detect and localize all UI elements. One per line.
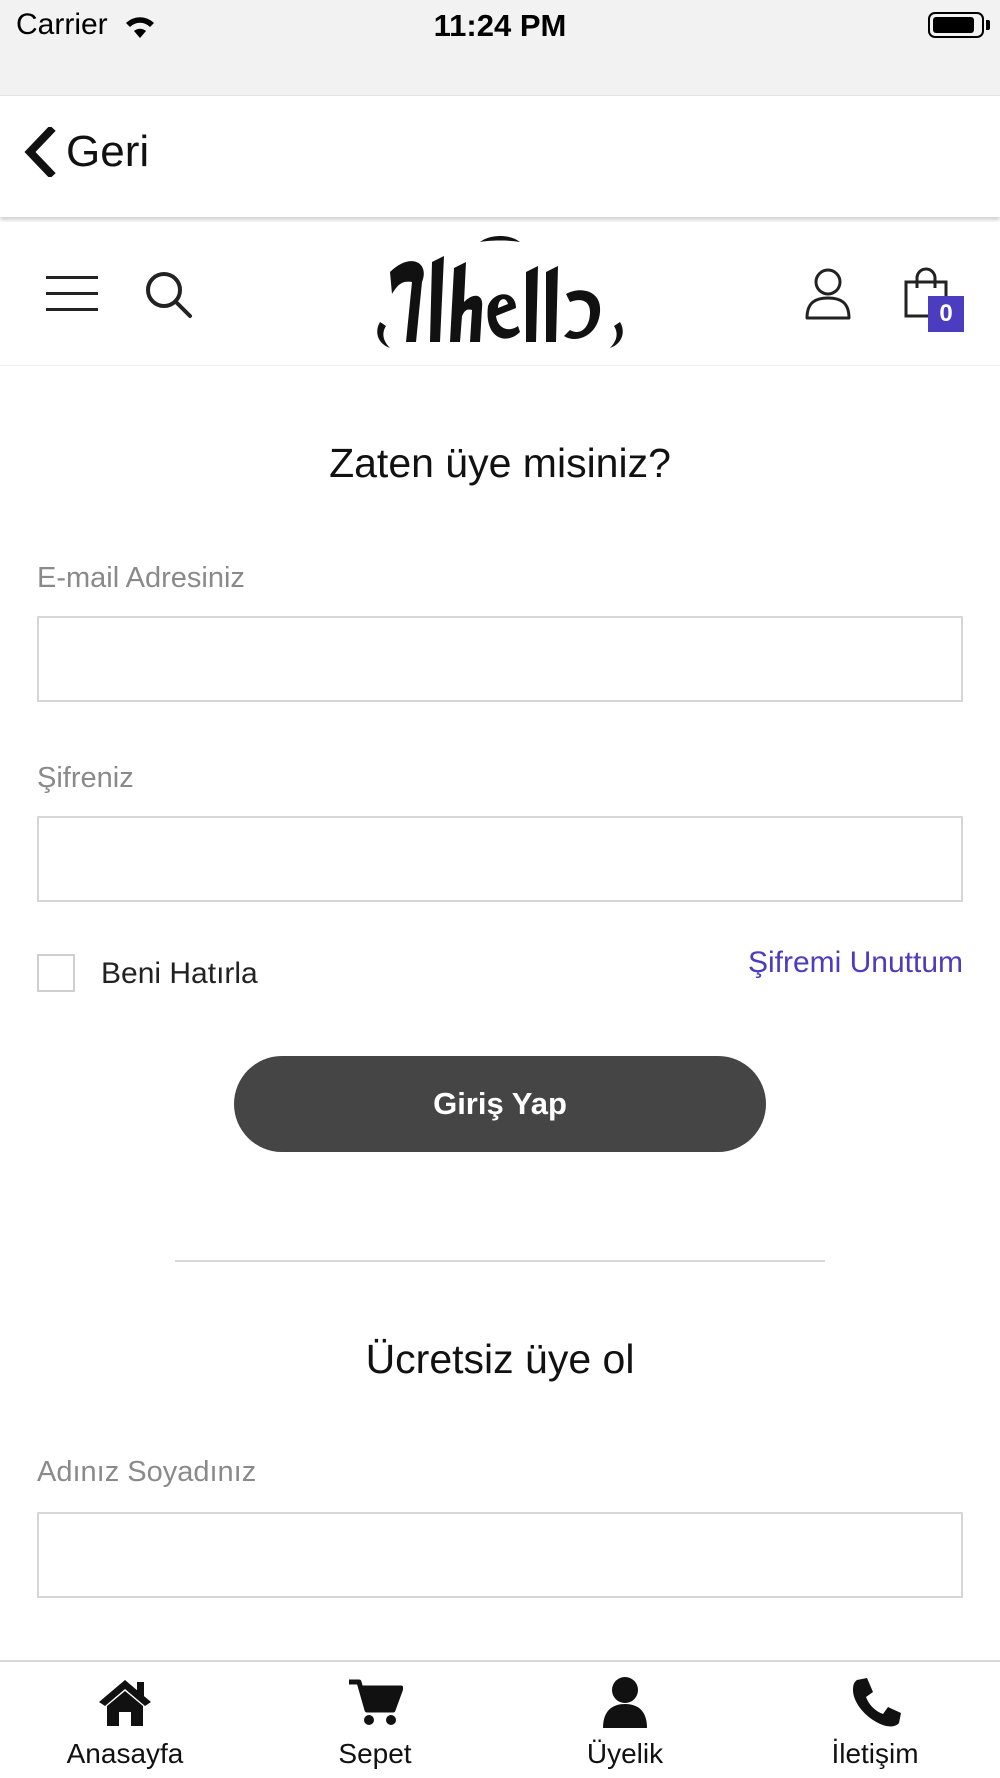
remember-me-checkbox[interactable] (37, 954, 75, 992)
navigation-bar: Geri (0, 97, 1000, 217)
tab-label: Anasayfa (66, 1738, 184, 1769)
back-button[interactable]: Geri (20, 127, 149, 177)
email-label: E-mail Adresiniz (37, 562, 245, 594)
tab-cart[interactable]: Sepet (250, 1662, 500, 1778)
back-label: Geri (66, 127, 150, 176)
brand-logo[interactable] (370, 232, 630, 356)
password-field[interactable] (37, 816, 963, 902)
chevron-left-icon (24, 127, 56, 177)
tab-label: Sepet (338, 1738, 412, 1769)
login-button[interactable]: Giriş Yap (234, 1056, 766, 1152)
tab-contact[interactable]: İletişim (750, 1662, 1000, 1778)
battery-tip (986, 20, 990, 30)
cart-count-badge: 0 (928, 296, 964, 332)
full-name-field[interactable] (37, 1512, 963, 1598)
full-name-label: Adınız Soyadınız (37, 1456, 257, 1488)
menu-icon[interactable] (46, 274, 98, 314)
tab-label: Üyelik (586, 1738, 664, 1769)
battery-icon (928, 12, 984, 38)
login-title: Zaten üye misiniz? (329, 440, 671, 486)
bottom-tab-bar: Anasayfa Sepet Üyelik İletişim (0, 1660, 1000, 1778)
search-icon[interactable] (144, 270, 194, 320)
password-label: Şifreniz (37, 762, 134, 794)
cart-icon (349, 1679, 403, 1725)
section-divider (175, 1260, 825, 1262)
email-field[interactable] (37, 616, 963, 702)
phone-icon (853, 1678, 901, 1727)
register-title: Ücretsiz üye ol (365, 1336, 635, 1382)
remember-me-label: Beni Hatırla (101, 957, 258, 990)
status-bar: Carrier 11:24 PM (0, 0, 1000, 96)
tab-home[interactable]: Anasayfa (0, 1662, 250, 1778)
battery-level (933, 17, 974, 33)
home-icon (99, 1680, 151, 1726)
tab-account[interactable]: Üyelik (500, 1662, 750, 1778)
clock: 11:24 PM (433, 8, 567, 43)
tab-label: İletişim (831, 1738, 919, 1769)
user-icon (603, 1677, 647, 1728)
forgot-password-link[interactable]: Şifremi Unuttum (748, 946, 963, 980)
user-icon[interactable] (804, 268, 852, 320)
site-header: 0 (0, 222, 1000, 366)
